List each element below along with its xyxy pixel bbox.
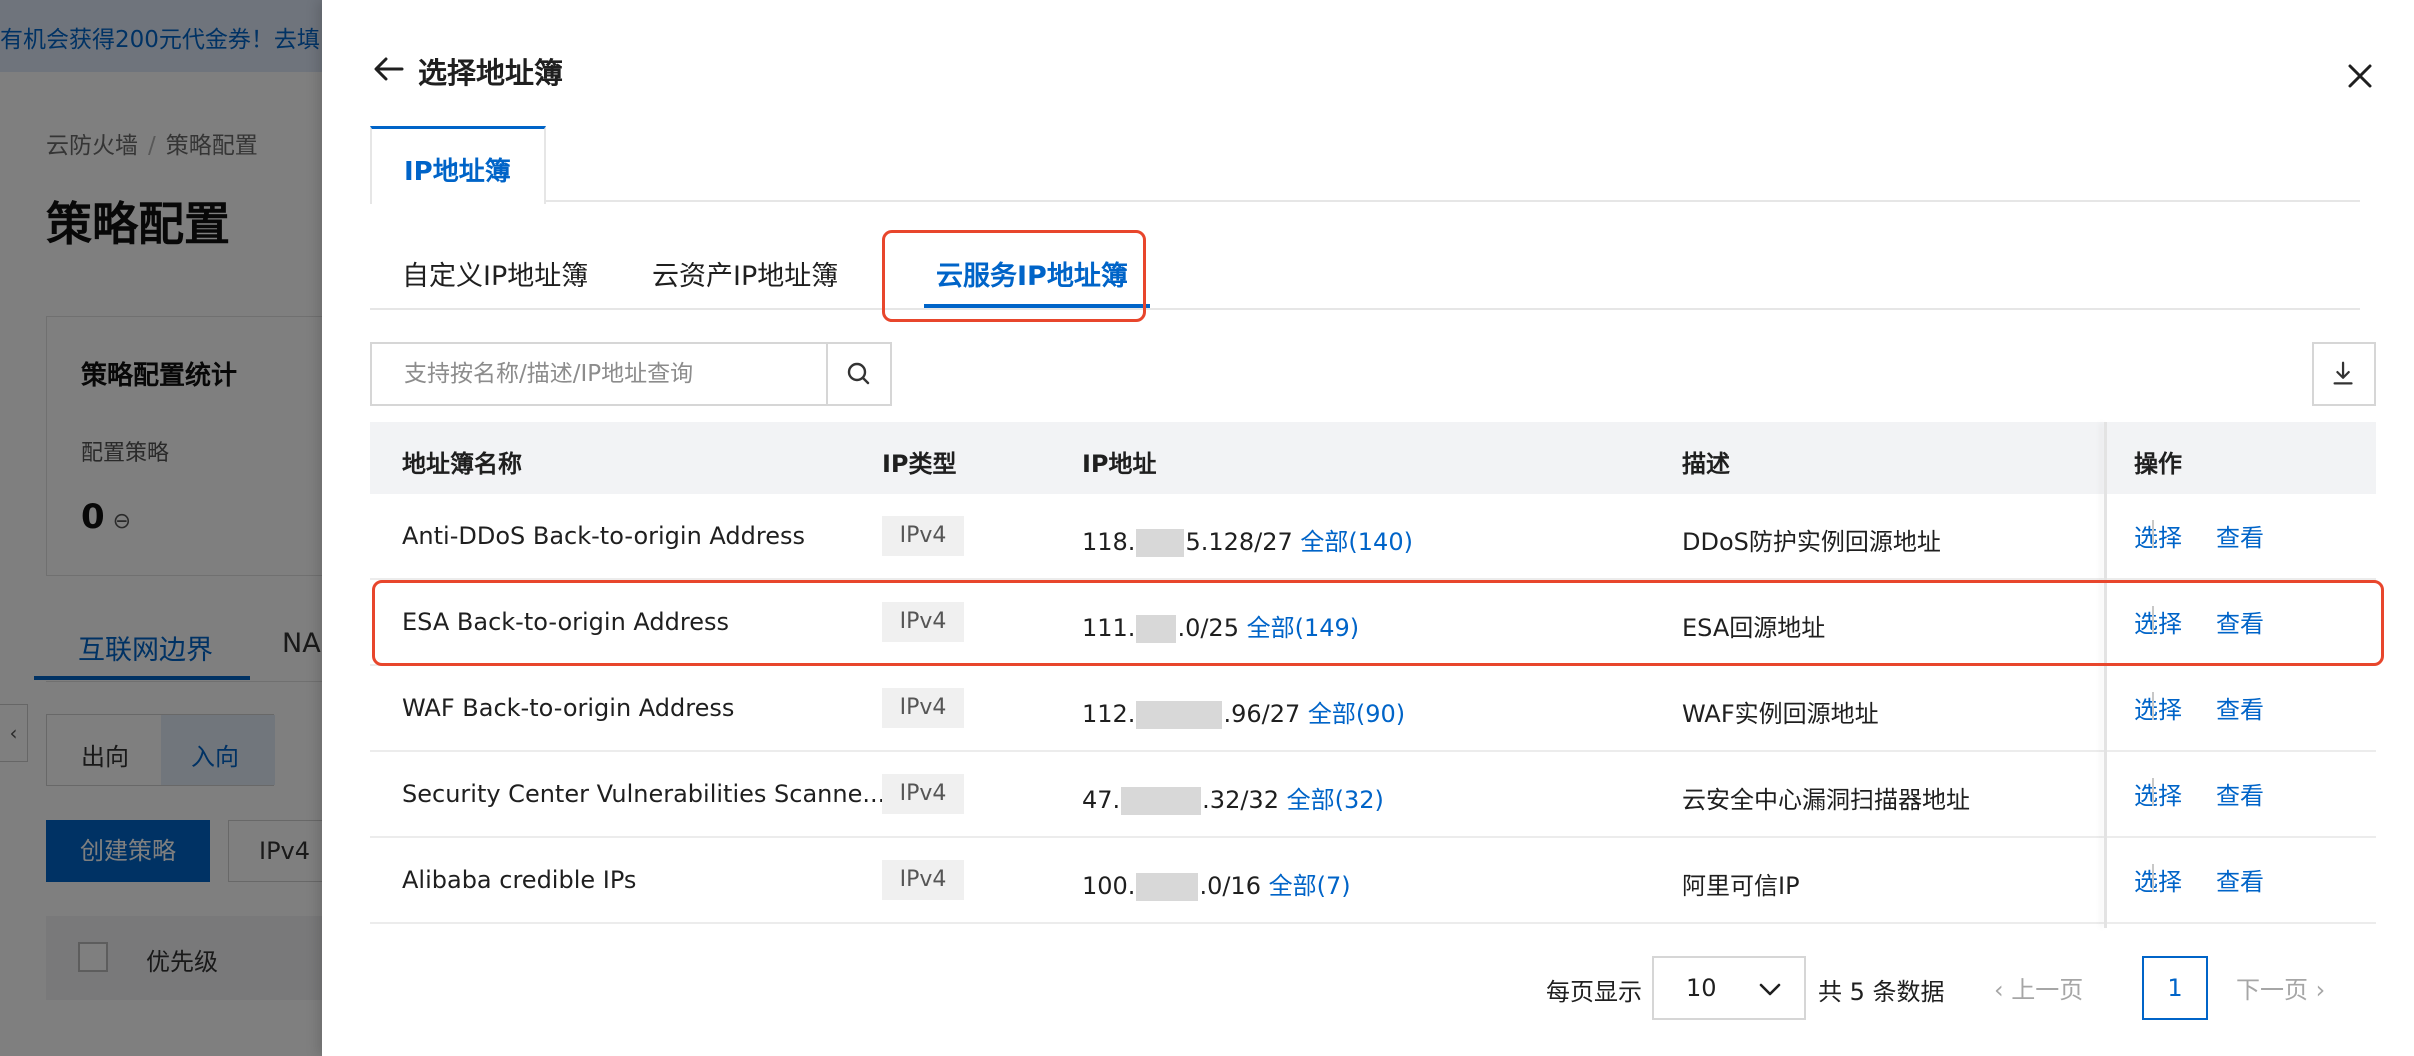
ip-type-tag: IPv4	[882, 688, 964, 728]
row-ip-address: 47. .32/32 全部(32)	[1082, 786, 1384, 815]
row-description: 云安全中心漏洞扫描器地址	[1682, 786, 1970, 814]
drawer-title: 选择地址簿	[418, 56, 564, 90]
ip-type-tag: IPv4	[882, 774, 964, 814]
pagination: 每页显示 10 共 5 条数据 ‹ 上一页 1 下一页 ›	[322, 952, 2414, 1022]
row-description: 阿里可信IP	[1682, 872, 1800, 900]
row-ip-address: 118. 5.128/27 全部(140)	[1082, 528, 1413, 557]
search-icon[interactable]	[828, 344, 890, 404]
row-name: Security Center Vulnerabilities Scanne..…	[402, 780, 886, 808]
redacted-mask	[1136, 529, 1185, 557]
row-ip-address: 100. .0/16 全部(7)	[1082, 872, 1351, 901]
table-header: 地址簿名称 IP类型 IP地址 描述 操作	[370, 422, 2376, 494]
chevron-left-icon: ‹	[1994, 976, 2004, 1004]
back-arrow-icon[interactable]	[370, 50, 408, 88]
highlight-box-esa-row	[372, 580, 2384, 666]
chevron-down-icon	[1759, 983, 1781, 996]
view-all-ips-link[interactable]: 全部(90)	[1308, 700, 1405, 728]
column-ip-type: IP类型	[882, 450, 957, 478]
view-all-ips-link[interactable]: 全部(140)	[1300, 528, 1413, 556]
view-button[interactable]: 查看	[2216, 862, 2264, 897]
ip-address-book-subtabs: 自定义IP地址簿 云资产IP地址簿 云服务IP地址簿	[370, 228, 2360, 310]
select-button[interactable]: 选择	[2134, 690, 2182, 725]
action-divider	[2152, 520, 2154, 548]
action-divider	[2152, 778, 2154, 806]
download-icon[interactable]	[2312, 342, 2376, 406]
page-number-button[interactable]: 1	[2142, 956, 2208, 1020]
view-button[interactable]: 查看	[2216, 690, 2264, 725]
select-address-book-drawer: 选择地址簿 IP地址簿 自定义IP地址簿 云资产IP地址簿 云服务IP地址簿 地…	[322, 0, 2414, 1056]
row-ip-address: 112. .96/27 全部(90)	[1082, 700, 1406, 729]
search-box	[370, 342, 892, 406]
search-input[interactable]	[372, 344, 828, 404]
page-size-select[interactable]: 10	[1652, 956, 1806, 1020]
redacted-mask	[1136, 701, 1223, 729]
close-icon[interactable]	[2340, 56, 2380, 96]
view-all-ips-link[interactable]: 全部(7)	[1269, 872, 1351, 900]
per-page-label: 每页显示	[1546, 978, 1642, 1006]
row-name: WAF Back-to-origin Address	[402, 694, 735, 722]
view-button[interactable]: 查看	[2216, 518, 2264, 553]
select-button[interactable]: 选择	[2134, 518, 2182, 553]
chevron-right-icon: ›	[2315, 976, 2326, 1004]
action-divider	[2152, 692, 2154, 720]
address-book-type-tabs: IP地址簿	[370, 126, 2360, 204]
row-name: Alibaba credible IPs	[402, 866, 637, 894]
row-description: WAF实例回源地址	[1682, 700, 1879, 728]
view-all-ips-link[interactable]: 全部(32)	[1287, 786, 1384, 814]
prev-page-button[interactable]: ‹ 上一页	[1994, 970, 2083, 1005]
redacted-mask	[1121, 787, 1202, 815]
select-button[interactable]: 选择	[2134, 776, 2182, 811]
redacted-mask	[1136, 873, 1199, 901]
table-row: WAF Back-to-origin Address IPv4 112. .96/…	[370, 666, 2376, 752]
ip-type-tag: IPv4	[882, 516, 964, 556]
column-actions: 操作	[2134, 450, 2182, 478]
table-row: Alibaba credible IPs IPv4 100. .0/16 全部(7…	[370, 838, 2376, 924]
total-count: 共 5 条数据	[1818, 978, 1945, 1006]
tab-custom-ip-book[interactable]: 自定义IP地址簿	[402, 254, 588, 293]
table-row: Security Center Vulnerabilities Scanne..…	[370, 752, 2376, 838]
select-button[interactable]: 选择	[2134, 862, 2182, 897]
view-button[interactable]: 查看	[2216, 776, 2264, 811]
action-divider	[2152, 864, 2154, 892]
column-name: 地址簿名称	[402, 450, 522, 478]
next-page-button[interactable]: 下一页 ›	[2236, 970, 2325, 1005]
ip-type-tag: IPv4	[882, 860, 964, 900]
row-name: Anti-DDoS Back-to-origin Address	[402, 522, 805, 550]
tab-cloud-asset-ip-book[interactable]: 云资产IP地址簿	[652, 254, 838, 293]
column-description: 描述	[1682, 450, 1730, 478]
row-description: DDoS防护实例回源地址	[1682, 528, 1941, 556]
highlight-box-active-tab	[882, 230, 1146, 322]
column-ip-address: IP地址	[1082, 450, 1157, 478]
tab-ip-address-book[interactable]: IP地址簿	[370, 126, 546, 204]
actions-column-divider	[2104, 422, 2107, 928]
table-row: Anti-DDoS Back-to-origin Address IPv4 11…	[370, 494, 2376, 580]
